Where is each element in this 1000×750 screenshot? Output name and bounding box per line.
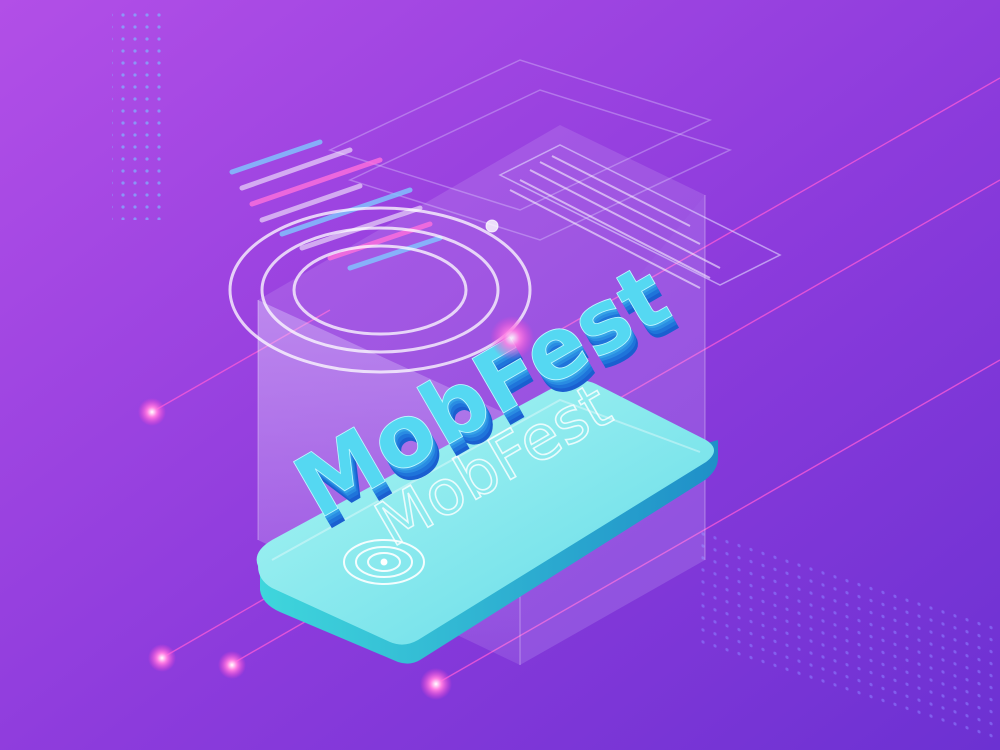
dot-grid-top-left	[112, 8, 162, 220]
isometric-illustration: MobFest MobFest MobFest MobFest MobFest …	[0, 0, 1000, 750]
glow-highlight	[490, 316, 534, 360]
